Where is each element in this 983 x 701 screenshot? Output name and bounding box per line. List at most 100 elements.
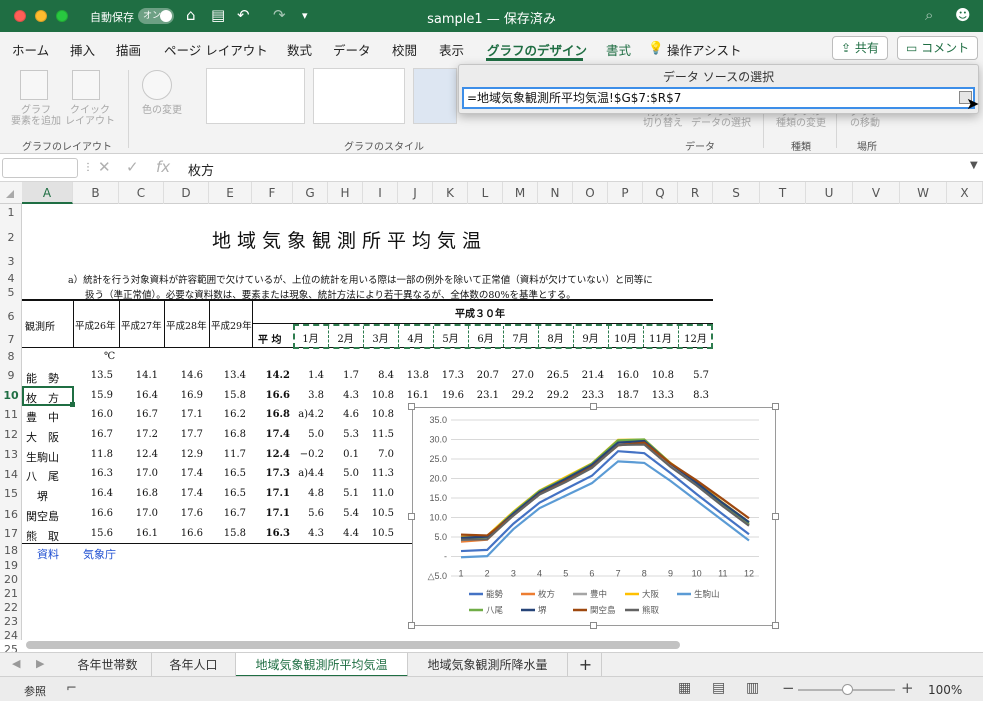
chart-resize-handle[interactable] bbox=[772, 622, 779, 629]
prev-sheet-icon[interactable]: ◀ bbox=[12, 657, 20, 670]
column-header-q[interactable]: Q bbox=[643, 182, 678, 204]
column-header-m[interactable]: M bbox=[503, 182, 538, 204]
data-range-input[interactable]: =地域気象観測所平均気温!$G$7:$R$7 bbox=[462, 87, 975, 109]
horizontal-scrollbar[interactable] bbox=[26, 641, 680, 649]
row-header-2[interactable]: 2 bbox=[0, 231, 22, 244]
row-header-20[interactable]: 20 bbox=[0, 573, 22, 586]
cancel-icon[interactable]: ✕ bbox=[98, 158, 111, 176]
row-header-3[interactable]: 3 bbox=[0, 255, 22, 268]
tab-insert[interactable]: 挿入 bbox=[70, 40, 95, 59]
tab-format[interactable]: 書式 bbox=[606, 40, 631, 59]
tab-view[interactable]: 表示 bbox=[439, 40, 464, 59]
sheet-tab-households[interactable]: 各年世帯数 bbox=[64, 653, 152, 677]
chart-style-3[interactable] bbox=[413, 68, 457, 124]
column-header-w[interactable]: W bbox=[900, 182, 947, 204]
row-header-16[interactable]: 16 bbox=[0, 508, 22, 521]
add-chart-element-button[interactable]: グラフ 要素を追加 bbox=[10, 105, 62, 127]
chart-style-2[interactable] bbox=[313, 68, 405, 124]
row-header-24[interactable]: 24 bbox=[0, 629, 22, 642]
sheet-tab-precipitation[interactable]: 地域気象観測所降水量 bbox=[408, 653, 568, 677]
enter-icon[interactable]: ✓ bbox=[126, 158, 139, 176]
row-header-19[interactable]: 19 bbox=[0, 559, 22, 572]
row-header-6[interactable]: 6 bbox=[0, 310, 22, 323]
tab-page-layout[interactable]: ページ レイアウト bbox=[164, 40, 268, 59]
change-colors-button[interactable]: 色の変更 bbox=[136, 105, 188, 116]
sheet-tab-population[interactable]: 各年人口 bbox=[152, 653, 236, 677]
chart-style-1[interactable] bbox=[206, 68, 305, 124]
zoom-in-button[interactable]: + bbox=[901, 679, 914, 697]
add-chart-element-icon[interactable] bbox=[20, 70, 48, 100]
fill-handle[interactable] bbox=[70, 402, 75, 407]
row-header-23[interactable]: 23 bbox=[0, 615, 22, 628]
column-header-c[interactable]: C bbox=[119, 182, 164, 204]
row-header-4[interactable]: 4 bbox=[0, 272, 22, 285]
row-header-15[interactable]: 15 bbox=[0, 487, 22, 500]
macro-record-icon[interactable]: ⌐ bbox=[66, 681, 77, 696]
tab-data[interactable]: データ bbox=[333, 40, 371, 59]
column-header-r[interactable]: R bbox=[678, 182, 713, 204]
zoom-slider-thumb[interactable] bbox=[841, 684, 853, 695]
select-all-button[interactable] bbox=[6, 190, 14, 198]
row-header-11[interactable]: 11 bbox=[0, 408, 22, 421]
name-box[interactable] bbox=[2, 158, 78, 178]
row-header-18[interactable]: 18 bbox=[0, 544, 22, 557]
chart-resize-handle[interactable] bbox=[772, 403, 779, 410]
column-header-x[interactable]: X bbox=[947, 182, 983, 204]
normal-view-icon[interactable]: ▦ bbox=[678, 680, 691, 696]
row-header-5[interactable]: 5 bbox=[0, 286, 22, 299]
add-sheet-button[interactable]: + bbox=[570, 653, 602, 677]
tab-review[interactable]: 校閲 bbox=[392, 40, 417, 59]
column-header-f[interactable]: F bbox=[252, 182, 293, 204]
account-icon[interactable]: ☻ bbox=[955, 6, 971, 24]
column-header-i[interactable]: I bbox=[363, 182, 398, 204]
column-header-e[interactable]: E bbox=[209, 182, 252, 204]
active-cell-a10[interactable] bbox=[22, 386, 74, 406]
quick-layout-icon[interactable] bbox=[72, 70, 100, 100]
chart-resize-handle[interactable] bbox=[408, 403, 415, 410]
column-header-g[interactable]: G bbox=[293, 182, 328, 204]
name-box-dropdown-icon[interactable]: ⋮ bbox=[83, 162, 93, 173]
column-header-o[interactable]: O bbox=[573, 182, 608, 204]
chart-resize-handle[interactable] bbox=[590, 622, 597, 629]
row-header-7[interactable]: 7 bbox=[0, 333, 22, 346]
column-header-d[interactable]: D bbox=[164, 182, 209, 204]
column-header-j[interactable]: J bbox=[398, 182, 433, 204]
page-layout-view-icon[interactable]: ▤ bbox=[712, 680, 725, 696]
row-header-13[interactable]: 13 bbox=[0, 448, 22, 461]
column-header-p[interactable]: P bbox=[608, 182, 643, 204]
row-header-17[interactable]: 17 bbox=[0, 527, 22, 540]
column-header-l[interactable]: L bbox=[468, 182, 503, 204]
quick-layout-button[interactable]: クイック レイアウト bbox=[64, 105, 116, 127]
page-break-view-icon[interactable]: ▥ bbox=[746, 680, 759, 696]
row-header-21[interactable]: 21 bbox=[0, 587, 22, 600]
tab-tell-me[interactable]: 操作アシスト bbox=[667, 40, 742, 59]
column-header-n[interactable]: N bbox=[538, 182, 573, 204]
tab-formulas[interactable]: 数式 bbox=[287, 40, 312, 59]
column-header-t[interactable]: T bbox=[760, 182, 806, 204]
formula-input[interactable]: 枚方 bbox=[188, 160, 214, 179]
line-chart[interactable]: 35.0 30.0 25.0 20.0 15.0 10.0 5.0- △5.0 1 2 3 4 5 6 7 8… bbox=[412, 407, 776, 626]
row-header-1[interactable]: 1 bbox=[0, 206, 22, 219]
column-header-u[interactable]: U bbox=[806, 182, 853, 204]
insert-function-icon[interactable]: fx bbox=[156, 158, 170, 176]
row-header-8[interactable]: 8 bbox=[0, 350, 22, 363]
column-header-b[interactable]: B bbox=[73, 182, 119, 204]
row-header-22[interactable]: 22 bbox=[0, 601, 22, 614]
tab-draw[interactable]: 描画 bbox=[116, 40, 141, 59]
column-header-s[interactable]: S bbox=[713, 182, 760, 204]
search-icon[interactable]: ⌕ bbox=[925, 6, 933, 24]
column-header-h[interactable]: H bbox=[328, 182, 363, 204]
tab-chart-design[interactable]: グラフのデザイン bbox=[487, 40, 587, 59]
chart-resize-handle[interactable] bbox=[408, 512, 415, 520]
comment-button[interactable]: ▭ コメント bbox=[897, 36, 979, 60]
column-header-k[interactable]: K bbox=[433, 182, 468, 204]
row-header-10[interactable]: 10 bbox=[0, 389, 22, 402]
row-header-14[interactable]: 14 bbox=[0, 468, 22, 481]
row-header-9[interactable]: 9 bbox=[0, 369, 22, 382]
column-header-a[interactable]: A bbox=[22, 182, 73, 204]
chart-resize-handle[interactable] bbox=[590, 403, 597, 410]
share-button[interactable]: ⇪ 共有 bbox=[832, 36, 888, 60]
row-header-12[interactable]: 12 bbox=[0, 428, 22, 441]
chart-resize-handle[interactable] bbox=[408, 622, 415, 629]
column-header-v[interactable]: V bbox=[853, 182, 900, 204]
